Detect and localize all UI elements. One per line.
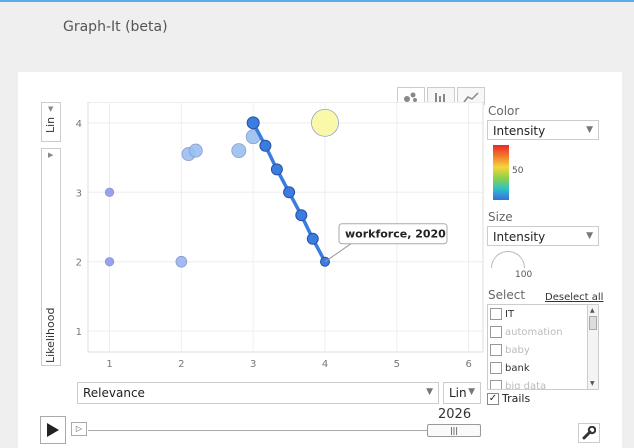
- list-item[interactable]: big data: [488, 377, 598, 390]
- tooltip-text: workforce, 2020: [345, 228, 446, 241]
- color-dropdown[interactable]: Intensity ▼: [487, 120, 599, 140]
- list-scrollbar[interactable]: ▲ ▼: [587, 305, 598, 389]
- bubble: [231, 143, 247, 159]
- timeline-slider-thumb[interactable]: |||: [427, 424, 481, 437]
- x-tick-label: 5: [394, 359, 400, 370]
- scroll-down-icon[interactable]: ▼: [590, 380, 595, 387]
- y-tick-label: 3: [76, 188, 82, 199]
- bar-chart-icon: [434, 92, 448, 103]
- select-label: Select: [488, 288, 526, 302]
- timeline-year: 2026: [438, 407, 472, 422]
- dropdown-arrow-icon: ▶: [48, 151, 54, 159]
- list-item-label: automation: [505, 326, 563, 338]
- bubble: [104, 187, 115, 197]
- size-label: Size: [488, 210, 513, 224]
- deselect-all-link[interactable]: Deselect all: [545, 292, 603, 303]
- scrollbar-thumb[interactable]: [589, 316, 597, 330]
- list-item-label: baby: [505, 344, 530, 356]
- x-tick-label: 3: [250, 359, 256, 370]
- bubble: [175, 255, 188, 268]
- color-dropdown-value: Intensity: [493, 124, 546, 138]
- list-item[interactable]: bank: [488, 359, 598, 377]
- bubble-chart-icon: [404, 92, 417, 102]
- chevron-down-icon: ▼: [586, 125, 593, 135]
- checkbox[interactable]: [490, 380, 502, 389]
- play-button[interactable]: [40, 416, 66, 444]
- list-item[interactable]: baby: [488, 341, 598, 359]
- x-tick-label: 6: [465, 359, 471, 370]
- trail-point: [246, 116, 260, 130]
- y-tick-label: 4: [76, 119, 82, 130]
- bubble: [188, 143, 203, 158]
- list-item-label: bank: [505, 362, 530, 374]
- trail-point: [295, 209, 308, 222]
- trail-point: [270, 163, 283, 176]
- timeline-track[interactable]: [88, 430, 480, 431]
- checkbox[interactable]: [490, 308, 502, 320]
- size-dropdown[interactable]: Intensity ▼: [487, 226, 599, 246]
- x-axis-variable-selector[interactable]: Relevance ▼: [77, 382, 439, 404]
- y-tick-label: 1: [76, 327, 82, 338]
- color-label: Color: [488, 104, 520, 118]
- x-tick-label: 1: [106, 359, 112, 370]
- y-axis-scale-label: Lin: [44, 116, 57, 133]
- checkbox[interactable]: [490, 326, 502, 338]
- size-legend-value: 100: [515, 270, 533, 280]
- y-tick-label: 2: [76, 258, 82, 269]
- x-axis-variable-label: Relevance: [83, 386, 145, 400]
- settings-button[interactable]: [578, 423, 600, 443]
- trails-label: Trails: [502, 392, 531, 405]
- scroll-up-icon[interactable]: ▲: [590, 307, 595, 314]
- speed-button[interactable]: ▷: [71, 422, 87, 436]
- checkbox[interactable]: [490, 344, 502, 356]
- color-legend-value: 50: [512, 166, 524, 176]
- size-dropdown-value: Intensity: [493, 230, 546, 244]
- list-item-label: big data: [505, 380, 547, 390]
- trail-point: [306, 232, 319, 245]
- bubble: [104, 257, 115, 267]
- list-item-label: IT: [505, 308, 515, 320]
- color-legend-bar: [493, 145, 509, 200]
- list-item[interactable]: automation: [488, 323, 598, 341]
- chevron-down-icon: ▼: [586, 231, 593, 241]
- x-tick-label: 2: [178, 359, 184, 370]
- list-item[interactable]: IT: [488, 305, 598, 323]
- top-accent-line: [0, 0, 634, 2]
- trails-toggle[interactable]: ✓ Trails: [487, 392, 530, 405]
- app-title: Graph-It (beta): [63, 19, 168, 35]
- play-icon: [47, 423, 59, 437]
- trails-checkbox[interactable]: ✓: [487, 392, 499, 405]
- trail-point: [259, 139, 272, 152]
- x-axis-scale-selector[interactable]: Lin ▼: [443, 382, 481, 404]
- chevron-down-icon: ▼: [426, 387, 433, 397]
- y-axis-variable-label: Likelihood: [44, 307, 57, 363]
- trail-point: [283, 186, 296, 199]
- dropdown-arrow-icon: ▼: [48, 105, 54, 113]
- line-chart-icon: [463, 91, 479, 102]
- x-tick-label: 4: [322, 359, 328, 370]
- x-axis-scale-label: Lin: [449, 386, 467, 400]
- select-list: IT automation baby bank big data ▲ ▼: [487, 304, 599, 390]
- checkbox[interactable]: [490, 362, 502, 374]
- bubble: [311, 108, 339, 137]
- y-axis-scale-selector[interactable]: ▼ Lin: [41, 102, 61, 142]
- y-axis-variable-selector[interactable]: ▶ Likelihood: [41, 148, 61, 366]
- bubble-chart: 1 2 3 4 5 6 1 2 3 4 workforce, 2020: [76, 102, 484, 370]
- wrench-icon: [582, 426, 596, 440]
- chevron-down-icon: ▼: [468, 387, 475, 397]
